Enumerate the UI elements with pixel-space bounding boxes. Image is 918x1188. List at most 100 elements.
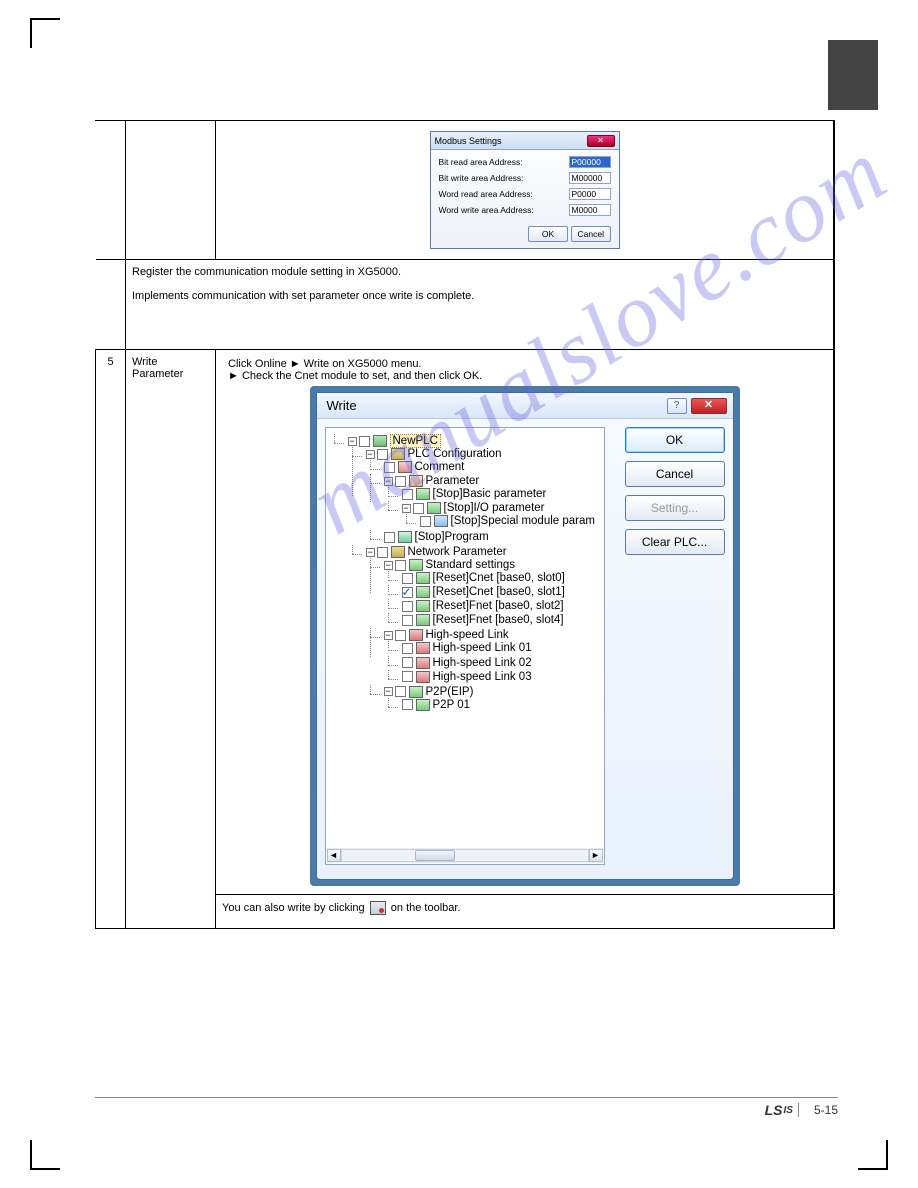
expand-icon[interactable]: − <box>366 450 375 459</box>
tree-comment[interactable]: Comment <box>415 461 465 473</box>
tree-hsl1[interactable]: High-speed Link 01 <box>433 643 532 655</box>
tree-basic[interactable]: [Stop]Basic parameter <box>433 488 547 500</box>
tree-special[interactable]: [Stop]Special module param <box>451 515 595 527</box>
checkbox[interactable] <box>359 436 370 447</box>
comment-icon <box>398 461 412 473</box>
page-footer: LSIS 5-15 <box>95 1097 838 1118</box>
tree-p2p[interactable]: P2P(EIP) <box>426 686 474 698</box>
checkbox[interactable] <box>402 657 413 668</box>
write-dialog-frame: Write ? ✕ − NewPLC <box>310 386 740 886</box>
scroll-thumb[interactable] <box>415 850 455 861</box>
tree-root[interactable]: NewPLC <box>390 434 441 448</box>
checkbox[interactable] <box>384 462 395 473</box>
write-clear-button[interactable]: Clear PLC... <box>625 529 725 555</box>
close-icon[interactable]: ✕ <box>691 398 727 414</box>
tree-program[interactable]: [Stop]Program <box>415 531 489 543</box>
checkbox[interactable] <box>402 489 413 500</box>
write-cancel-button[interactable]: Cancel <box>625 461 725 487</box>
hsl-icon <box>416 671 430 683</box>
checkbox[interactable] <box>395 686 406 697</box>
tree-parameter[interactable]: Parameter <box>426 475 480 487</box>
tree-plcconfig[interactable]: PLC Configuration <box>408 448 502 460</box>
write-toolbar-icon <box>370 901 386 915</box>
module-icon <box>416 600 430 612</box>
tree-fnet2[interactable]: [Reset]Fnet [base0, slot2] <box>433 600 564 612</box>
module-icon <box>416 614 430 626</box>
expand-icon[interactable]: − <box>348 437 357 446</box>
module-icon <box>416 572 430 584</box>
scrollbar-horizontal[interactable]: ◄ ► <box>327 848 603 863</box>
write-tree: − NewPLC − PLC Configuration Comment − Para… <box>325 427 605 865</box>
tree-fnet4[interactable]: [Reset]Fnet [base0, slot4] <box>433 614 564 626</box>
p2p-icon <box>409 686 423 698</box>
write-setting-button[interactable]: Setting... <box>625 495 725 521</box>
modbus-label-0: Bit read area Address: <box>439 157 523 167</box>
tree-hsl3[interactable]: High-speed Link 03 <box>433 671 532 683</box>
row4-text2: Implements communication with set parame… <box>132 290 827 302</box>
footer-page: 5-15 <box>814 1103 838 1117</box>
tree-std[interactable]: Standard settings <box>426 559 516 571</box>
checkbox[interactable] <box>377 547 388 558</box>
checkbox[interactable] <box>413 503 424 514</box>
modbus-title: Modbus Settings <box>435 136 502 146</box>
module-icon <box>416 586 430 598</box>
modbus-label-3: Word write area Address: <box>439 205 534 215</box>
modbus-cancel-button[interactable]: Cancel <box>571 226 611 242</box>
cell-step-5: 5 <box>96 350 126 929</box>
checkbox[interactable] <box>402 587 413 598</box>
checkbox[interactable] <box>402 699 413 710</box>
module-icon <box>409 559 423 571</box>
checkbox[interactable] <box>395 476 406 487</box>
row5-text3: on the toolbar. <box>391 902 461 914</box>
checkbox[interactable] <box>377 449 388 460</box>
row5-text1: Click Online ► Write on XG5000 menu. ► C… <box>228 358 831 382</box>
checkbox[interactable] <box>420 516 431 527</box>
cell-body-4a: Modbus Settings ✕ Bit read area Address:… <box>216 121 834 260</box>
modbus-ok-button[interactable]: OK <box>528 226 568 242</box>
tree-hsl[interactable]: High-speed Link <box>426 629 509 641</box>
scroll-right-icon[interactable]: ► <box>589 849 603 862</box>
checkbox[interactable] <box>384 532 395 543</box>
write-title: Write <box>327 398 357 413</box>
tree-netparam[interactable]: Network Parameter <box>408 546 507 558</box>
write-ok-button[interactable]: OK <box>625 427 725 453</box>
row4-text1: Register the communication module settin… <box>132 266 827 278</box>
modbus-input-0[interactable] <box>569 156 611 168</box>
expand-icon[interactable]: − <box>384 477 393 486</box>
tree-hsl2[interactable]: High-speed Link 02 <box>433 657 532 669</box>
help-icon[interactable]: ? <box>667 398 687 414</box>
hsl-icon <box>416 642 430 654</box>
scroll-left-icon[interactable]: ◄ <box>327 849 341 862</box>
checkbox[interactable] <box>402 643 413 654</box>
expand-icon[interactable]: − <box>402 504 411 513</box>
checkbox[interactable] <box>402 671 413 682</box>
cell-step-4b <box>96 260 126 350</box>
close-icon[interactable]: ✕ <box>587 135 615 147</box>
hsl-icon <box>416 657 430 669</box>
page-thumb-tab <box>828 40 878 110</box>
expand-icon[interactable]: − <box>384 631 393 640</box>
modbus-input-2[interactable] <box>569 188 611 200</box>
hsl-icon <box>409 629 423 641</box>
checkbox[interactable] <box>402 601 413 612</box>
tree-cnet1[interactable]: [Reset]Cnet [base0, slot1] <box>433 586 565 598</box>
tree-cnet0[interactable]: [Reset]Cnet [base0, slot0] <box>433 572 565 584</box>
module-icon <box>416 488 430 500</box>
tree-io[interactable]: [Stop]I/O parameter <box>444 502 545 514</box>
modbus-label-2: Word read area Address: <box>439 189 533 199</box>
checkbox[interactable] <box>395 560 406 571</box>
module-icon <box>434 515 448 527</box>
cell-title-4a <box>126 121 216 260</box>
modbus-input-3[interactable] <box>569 204 611 216</box>
write-dialog: Write ? ✕ − NewPLC <box>316 392 734 880</box>
cell-body-4b: Register the communication module settin… <box>126 260 834 350</box>
expand-icon[interactable]: − <box>384 687 393 696</box>
checkbox[interactable] <box>402 573 413 584</box>
expand-icon[interactable]: − <box>366 548 375 557</box>
tree-p2p1[interactable]: P2P 01 <box>433 699 471 711</box>
checkbox[interactable] <box>395 630 406 641</box>
checkbox[interactable] <box>402 615 413 626</box>
config-icon <box>391 448 405 460</box>
modbus-input-1[interactable] <box>569 172 611 184</box>
expand-icon[interactable]: − <box>384 561 393 570</box>
